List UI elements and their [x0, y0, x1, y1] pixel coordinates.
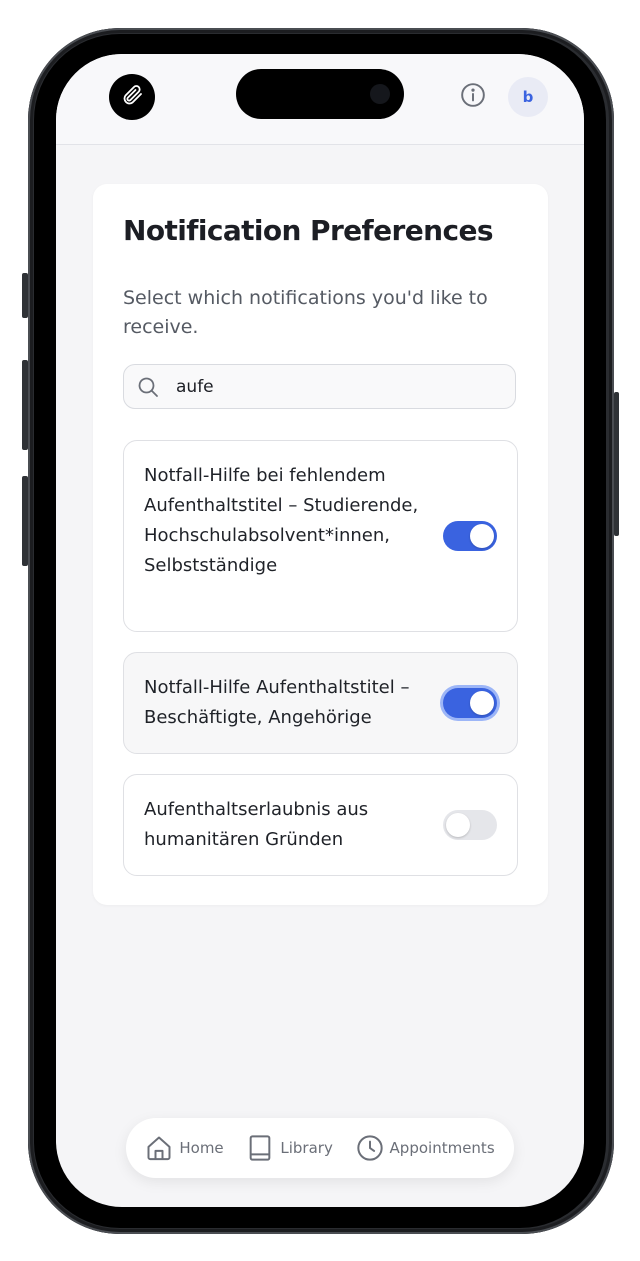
preference-label: Notfall-Hilfe bei fehlendem Aufenthaltst…	[144, 465, 419, 576]
toggle-knob	[470, 524, 494, 548]
nav-item-appointments[interactable]: Appointments	[356, 1134, 495, 1162]
nav-label: Library	[280, 1139, 333, 1157]
preference-label: Aufenthaltserlaubnis aus humanitären Grü…	[144, 799, 369, 850]
preference-item[interactable]: Aufenthaltserlaubnis aus humanitären Grü…	[123, 774, 518, 876]
info-icon	[460, 82, 486, 112]
page-title: Notification Preferences	[123, 214, 494, 247]
avatar[interactable]: b	[508, 77, 548, 117]
nav-label: Appointments	[389, 1139, 495, 1157]
action-button	[22, 273, 28, 318]
home-icon	[145, 1134, 173, 1162]
toggle-knob	[470, 691, 494, 715]
dynamic-island	[236, 69, 404, 119]
toggle-knob	[446, 813, 470, 837]
preference-toggle[interactable]	[443, 810, 497, 840]
preference-item[interactable]: Notfall-Hilfe Aufenthaltstitel – Beschäf…	[123, 652, 518, 754]
info-button[interactable]	[459, 83, 487, 111]
top-bar: b	[56, 54, 584, 145]
search-icon	[136, 375, 160, 399]
search-field[interactable]	[123, 364, 516, 409]
search-input[interactable]	[174, 375, 478, 398]
nav-item-library[interactable]: Library	[246, 1134, 333, 1162]
screen: b Notification Preferences Select which …	[56, 54, 584, 1207]
preference-toggle[interactable]	[443, 521, 497, 551]
preference-item[interactable]: Notfall-Hilfe bei fehlendem Aufenthaltst…	[123, 440, 518, 632]
logo-button[interactable]	[109, 74, 155, 120]
nav-label: Home	[179, 1139, 224, 1157]
preference-label: Notfall-Hilfe Aufenthaltstitel – Beschäf…	[144, 677, 410, 728]
book-icon	[246, 1134, 274, 1162]
preference-toggle[interactable]	[443, 688, 497, 718]
preferences-card: Notification Preferences Select which no…	[93, 184, 548, 905]
bottom-nav: Home Library Appointments	[126, 1118, 514, 1178]
volume-down-button	[22, 476, 28, 566]
clock-icon	[356, 1134, 384, 1162]
paperclip-icon	[120, 83, 144, 111]
camera	[370, 84, 390, 104]
page-subtitle: Select which notifications you'd like to…	[123, 287, 488, 338]
power-button	[614, 392, 619, 536]
nav-item-home[interactable]: Home	[145, 1134, 224, 1162]
volume-up-button	[22, 360, 28, 450]
